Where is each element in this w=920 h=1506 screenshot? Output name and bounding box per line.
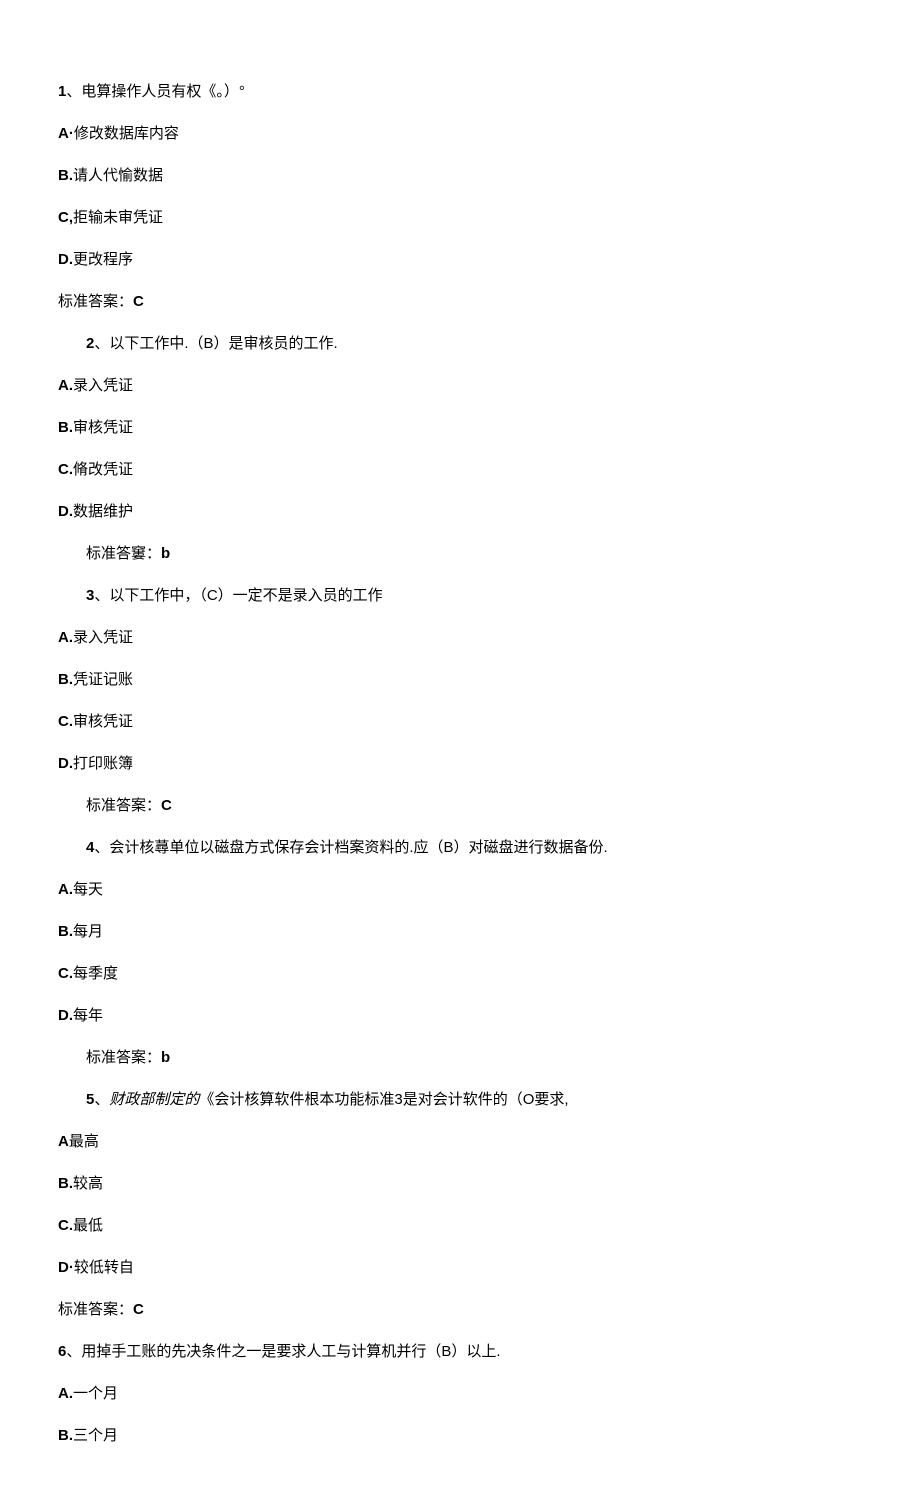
option-label: C.	[58, 713, 73, 730]
option-label: A·	[58, 125, 74, 142]
option-3c: C.审核凭证	[58, 710, 862, 734]
option-4a: A.每天	[58, 878, 862, 902]
option-label: B.	[58, 167, 73, 184]
question-text-suffix: 《会计核算软件根本功能标准3是对会计软件的（O要求,	[199, 1091, 568, 1108]
question-number: 6	[58, 1343, 66, 1360]
option-6a: A.一个月	[58, 1382, 862, 1406]
option-text: 审核凭证	[73, 419, 133, 436]
option-label: B.	[58, 671, 73, 688]
option-2b: B.审核凭证	[58, 416, 862, 440]
question-text: 、以下工作中.（B）是审核员的工作.	[94, 335, 337, 352]
option-3b: B.凭证记账	[58, 668, 862, 692]
option-3d: D.打印账簿	[58, 752, 862, 776]
option-text: 录入凭证	[73, 377, 133, 394]
option-text: 更改程序	[73, 251, 133, 268]
question-5: 5、财政部制定的《会计核算软件根本功能标准3是对会计软件的（O要求,	[58, 1088, 862, 1112]
answer-label: 标准答案：	[58, 1301, 133, 1318]
question-text: 、电算操作人员有权《。）°	[66, 83, 245, 100]
option-text: 较低转自	[74, 1259, 134, 1276]
option-label: C,	[58, 209, 73, 226]
option-1b: B.请人代愉数据	[58, 164, 862, 188]
answer-label: 标准答案：	[58, 293, 133, 310]
answer-value: C	[161, 797, 172, 814]
option-label: A	[58, 1133, 69, 1150]
answer-1: 标准答案：C	[58, 290, 862, 314]
answer-2: 标准答窶：b	[58, 542, 862, 566]
option-label: D.	[58, 251, 73, 268]
option-1a: A·修改数据库内容	[58, 122, 862, 146]
question-4: 4、会计核蕁单位以磁盘方式保存会计档案资料的.应（B）对磁盘进行数据备份.	[58, 836, 862, 860]
answer-5: 标准答案：C	[58, 1298, 862, 1322]
option-6b: B.三个月	[58, 1424, 862, 1448]
option-label: C.	[58, 965, 73, 982]
question-text: 、会计核蕁单位以磁盘方式保存会计档案资料的.应（B）对磁盘进行数据备份.	[94, 839, 607, 856]
answer-value: b	[161, 545, 170, 562]
option-text: 录入凭证	[73, 629, 133, 646]
question-6: 6、用掉手工账的先决条件之一是要求人工与计算机并行（B）以上.	[58, 1340, 862, 1364]
option-label: A.	[58, 1385, 73, 1402]
option-text: 凭证记账	[73, 671, 133, 688]
question-2: 2、以下工作中.（B）是审核员的工作.	[58, 332, 862, 356]
answer-4: 标准答案：b	[58, 1046, 862, 1070]
answer-label: 标准答案：	[86, 797, 161, 814]
option-text: 一个月	[73, 1385, 118, 1402]
option-text: 数据维护	[73, 503, 133, 520]
option-text: 拒输未审凭证	[73, 209, 163, 226]
option-2a: A.录入凭证	[58, 374, 862, 398]
option-text: 审核凭证	[73, 713, 133, 730]
option-text: 较高	[73, 1175, 103, 1192]
answer-label: 标准答窶：	[86, 545, 161, 562]
answer-3: 标准答案：C	[58, 794, 862, 818]
option-4d: D.每年	[58, 1004, 862, 1028]
option-label: C.	[58, 1217, 73, 1234]
option-label: D·	[58, 1259, 74, 1276]
question-text-prefix: 、	[94, 1091, 109, 1108]
option-text: 修改数据库内容	[74, 125, 179, 142]
option-label: B.	[58, 1175, 73, 1192]
option-text: 请人代愉数据	[73, 167, 163, 184]
option-2c: C.脩改凭证	[58, 458, 862, 482]
option-label: D.	[58, 755, 73, 772]
option-label: D.	[58, 503, 73, 520]
option-5b: B.较高	[58, 1172, 862, 1196]
option-text: 每年	[73, 1007, 103, 1024]
question-1: 1、电算操作人员有权《。）°	[58, 80, 862, 104]
answer-label: 标准答案：	[86, 1049, 161, 1066]
answer-value: b	[161, 1049, 170, 1066]
option-text: 每月	[73, 923, 103, 940]
question-text-italic: 财政部制定的	[109, 1091, 199, 1108]
option-text: 最高	[69, 1133, 99, 1150]
option-label: A.	[58, 629, 73, 646]
option-5a: A最高	[58, 1130, 862, 1154]
option-4b: B.每月	[58, 920, 862, 944]
option-4c: C.每季度	[58, 962, 862, 986]
option-label: B.	[58, 923, 73, 940]
option-label: D.	[58, 1007, 73, 1024]
option-text: 三个月	[73, 1427, 118, 1444]
option-label: B.	[58, 1427, 73, 1444]
option-5d: D·较低转自	[58, 1256, 862, 1280]
option-text: 每天	[73, 881, 103, 898]
option-text: 每季度	[73, 965, 118, 982]
option-label: C.	[58, 461, 73, 478]
option-1c: C,拒输未审凭证	[58, 206, 862, 230]
option-label: A.	[58, 881, 73, 898]
option-text: 脩改凭证	[73, 461, 133, 478]
option-text: 打印账簿	[73, 755, 133, 772]
option-text: 最低	[73, 1217, 103, 1234]
option-3a: A.录入凭证	[58, 626, 862, 650]
option-label: B.	[58, 419, 73, 436]
option-1d: D.更改程序	[58, 248, 862, 272]
answer-value: C	[133, 1301, 144, 1318]
question-text: 、用掉手工账的先决条件之一是要求人工与计算机并行（B）以上.	[66, 1343, 500, 1360]
answer-value: C	[133, 293, 144, 310]
option-2d: D.数据维护	[58, 500, 862, 524]
option-label: A.	[58, 377, 73, 394]
option-5c: C.最低	[58, 1214, 862, 1238]
question-3: 3、以下工作中，（C）一定不是录入员的工作	[58, 584, 862, 608]
question-text: 、以下工作中，（C）一定不是录入员的工作	[94, 587, 382, 604]
